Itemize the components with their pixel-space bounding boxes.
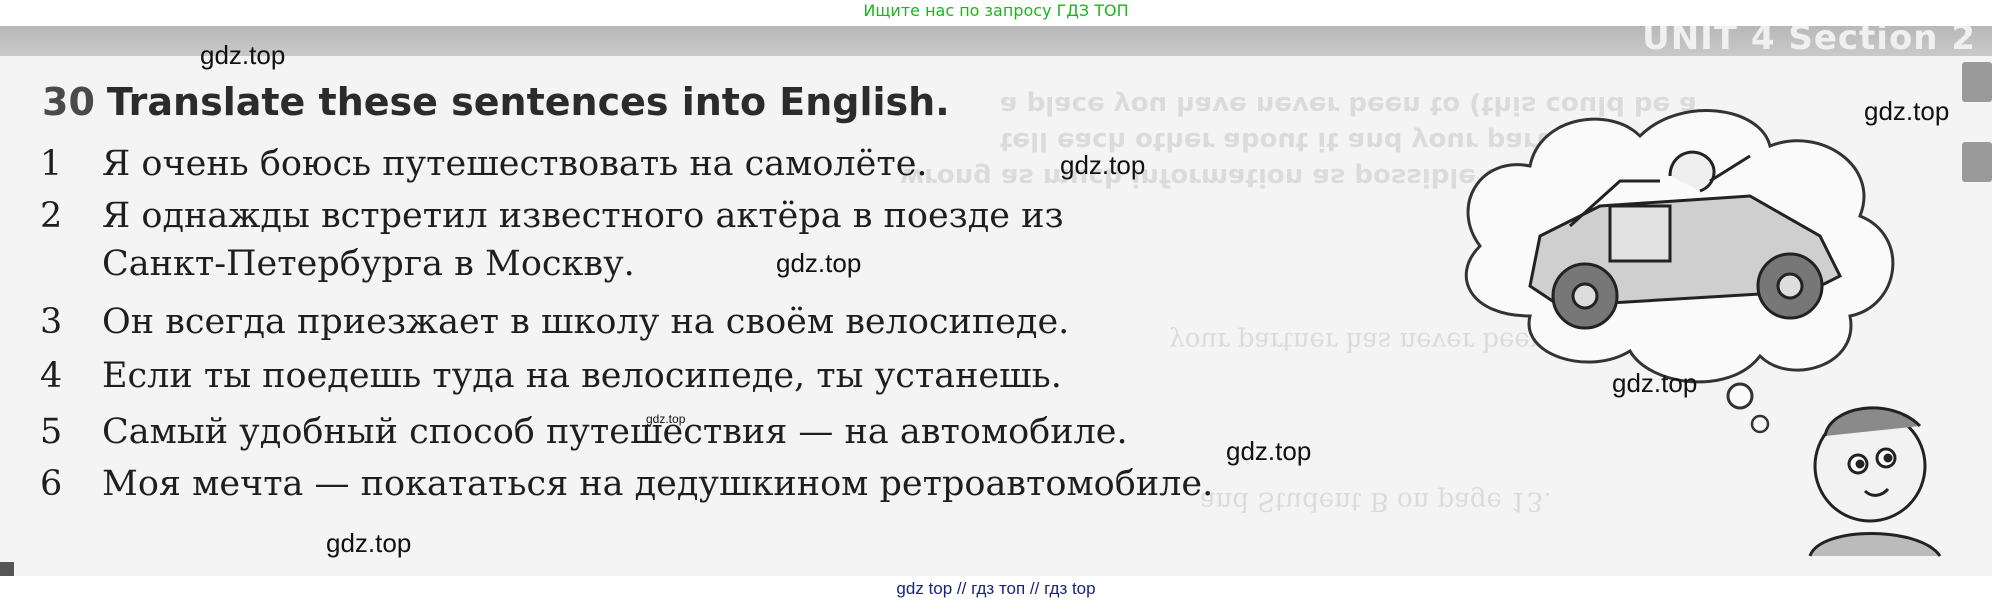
top-banner: Ищите нас по запросу ГДЗ ТОП	[0, 0, 1992, 26]
footer-text: gdz top // гдз топ // гдз top	[896, 579, 1096, 598]
page-edge-tab	[1962, 62, 1992, 102]
sentence-text: Он всегда приезжает в школу на своём вел…	[102, 302, 1070, 342]
item-number: 4	[40, 356, 63, 396]
watermark: gdz.top	[200, 40, 286, 70]
item-number: 6	[40, 464, 63, 504]
textbook-page-scan: UNIT 4 Section 2 a place you have never …	[0, 26, 1992, 576]
search-hint-link[interactable]: Ищите нас по запросу ГДЗ ТОП	[863, 1, 1128, 20]
sentence-text-continued: Санкт-Петербурга в Москву.	[102, 244, 635, 284]
watermark: gdz.top	[1226, 436, 1312, 466]
item-number: 5	[40, 412, 63, 452]
item-number: 1	[40, 144, 63, 184]
list-item: 3 Он всегда приезжает в школу на своём ве…	[40, 302, 1069, 342]
sentence-text: Если ты поедешь туда на велосипеде, ты у…	[102, 356, 1062, 396]
footer-banner: gdz top // гдз топ // гдз top	[0, 576, 1992, 604]
list-item: 1 Я очень боюсь путешествовать на самолёт…	[40, 144, 928, 184]
sentence-text: Моя мечта — покататься на дедушкином рет…	[102, 464, 1214, 504]
watermark: gdz.top	[776, 248, 862, 278]
unit-header-band: UNIT 4 Section 2	[0, 26, 1992, 58]
item-number: 3	[40, 302, 63, 342]
sentence-text: Я однажды встретил известного актёра в п…	[102, 196, 1064, 236]
exercise-number: 30	[42, 80, 95, 124]
page-corner-mark	[0, 562, 14, 576]
watermark: gdz.top	[646, 412, 686, 426]
sentence-text: Я очень боюсь путешествовать на самолёте…	[102, 144, 928, 184]
exercise-instruction: Translate these sentences into English.	[106, 80, 950, 124]
item-number: 2	[40, 196, 63, 236]
watermark: gdz.top	[1060, 150, 1146, 180]
list-item: 4 Если ты поедешь туда на велосипеде, ты …	[40, 356, 1062, 396]
list-item: 2 Я однажды встретил известного актёра в …	[40, 196, 1064, 236]
watermark: gdz.top	[1864, 96, 1950, 126]
exercise-heading: 30 Translate these sentences into English…	[42, 80, 950, 124]
list-item: 5 Самый удобный способ путешествия — на а…	[40, 412, 1128, 452]
boy-dreaming-car-illustration	[1464, 109, 1942, 557]
page-edge-tab	[1962, 142, 1992, 182]
list-item: 6 Моя мечта — покататься на дедушкином ре…	[40, 464, 1213, 504]
sentence-text: Самый удобный способ путешествия — на ав…	[102, 412, 1128, 452]
watermark: gdz.top	[326, 528, 412, 558]
unit-section-label: UNIT 4 Section 2	[1642, 26, 1976, 58]
watermark: gdz.top	[1612, 368, 1698, 398]
